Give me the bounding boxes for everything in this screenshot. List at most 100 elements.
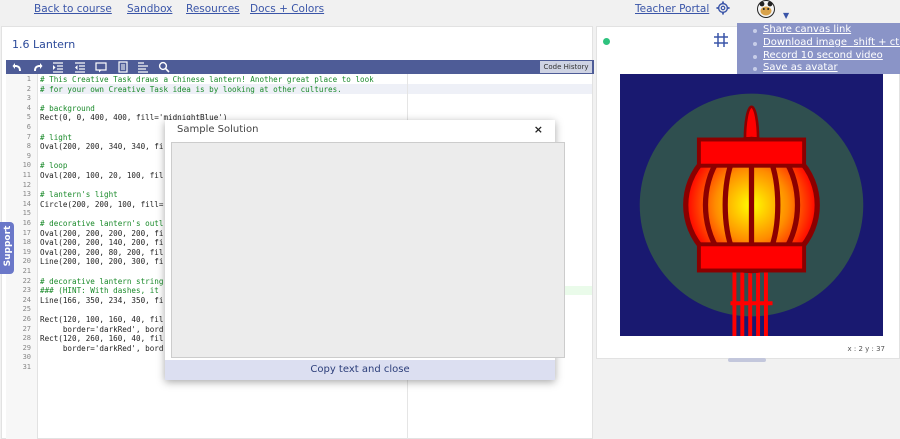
support-tab[interactable]: Support <box>0 222 14 274</box>
sample-solution-dialog: Sample Solution × Copy text and close <box>165 120 565 380</box>
code-line: Rect(120, 100, 160, 40, fil <box>40 315 164 324</box>
line-number: 1 <box>26 75 31 83</box>
redo-icon[interactable] <box>31 61 43 73</box>
avatar-dropdown-menu: Share canvas link Download image shift +… <box>737 23 900 74</box>
resize-handle[interactable] <box>728 358 766 362</box>
code-line: # decorative lantern's outl <box>40 219 164 228</box>
line-number: 20 <box>22 257 31 266</box>
save-as-avatar-link[interactable]: Save as avatar <box>763 62 838 73</box>
editor-toolbar: Code History <box>6 60 594 74</box>
line-number: 22 <box>22 276 31 285</box>
code-history-button[interactable]: Code History <box>540 61 592 73</box>
code-line: Circle(200, 200, 100, fill= <box>40 199 164 209</box>
line-number: 21 <box>22 267 31 275</box>
line-number: 13 <box>22 190 31 199</box>
lantern-canvas[interactable] <box>620 74 883 336</box>
share-canvas-link[interactable]: Share canvas link <box>763 24 851 35</box>
top-nav: Back to course Sandbox Resources Docs + … <box>0 0 900 20</box>
line-number: 9 <box>26 151 31 160</box>
status-indicator <box>603 38 610 45</box>
app-root: Back to course Sandbox Resources Docs + … <box>0 0 900 439</box>
line-number: 5 <box>26 113 31 122</box>
close-icon[interactable]: × <box>534 123 543 136</box>
back-to-course-link[interactable]: Back to course <box>34 3 112 15</box>
line-number: 23 <box>22 286 31 295</box>
document-icon[interactable] <box>117 61 129 73</box>
task-title: 1.6 Lantern <box>12 38 76 51</box>
bullet-icon <box>753 67 757 71</box>
gear-icon[interactable] <box>716 1 730 15</box>
lantern-bottom-band <box>696 242 807 273</box>
line-number: 8 <box>26 142 31 151</box>
code-line: border='darkRed', bord <box>40 324 164 334</box>
line-number: 2 <box>26 84 31 93</box>
bullet-icon <box>753 29 757 33</box>
line-number: 30 <box>22 353 31 362</box>
line-number: 14 <box>22 199 31 208</box>
format-icon[interactable] <box>137 61 149 73</box>
bullet-icon <box>753 42 757 46</box>
dialog-title: Sample Solution <box>177 124 259 135</box>
sandbox-link[interactable]: Sandbox <box>127 3 172 15</box>
undo-icon[interactable] <box>12 61 24 73</box>
code-line: border='darkRed', bord <box>40 343 164 353</box>
record-video-link[interactable]: Record 10 second video <box>763 50 883 61</box>
mouse-coordinates: x : 2 y : 37 <box>847 345 886 353</box>
line-number: 3 <box>26 94 31 103</box>
code-line: # for your own Creative Task idea is by … <box>40 84 342 94</box>
line-number: 17 <box>22 228 31 237</box>
line-number: 15 <box>22 209 31 218</box>
code-line: Oval(200, 100, 20, 100, fil <box>40 171 164 180</box>
code-line: Oval(200, 200, 200, 200, fi <box>40 228 164 238</box>
code-line: Line(200, 100, 200, 300, fi <box>40 257 164 267</box>
line-number: 28 <box>22 334 31 343</box>
support-label: Support <box>3 225 13 267</box>
download-shortcut: shift + ctrl + s <box>853 37 900 48</box>
teacher-portal-link[interactable]: Teacher Portal <box>635 3 709 15</box>
line-number: 10 <box>22 161 31 170</box>
line-number: 16 <box>22 219 31 227</box>
line-number: 24 <box>22 295 31 304</box>
code-line: Oval(200, 200, 340, 340, fi <box>40 142 164 152</box>
docs-colors-link[interactable]: Docs + Colors <box>250 3 324 15</box>
chevron-down-icon[interactable]: ▼ <box>783 11 789 20</box>
avatar[interactable] <box>757 0 775 18</box>
line-number: 27 <box>22 324 31 333</box>
code-line: # loop <box>40 161 68 171</box>
canvas-panel: x : 2 y : 37 <box>596 26 900 359</box>
line-number: 6 <box>26 123 31 131</box>
resources-link[interactable]: Resources <box>186 3 240 15</box>
line-number: 18 <box>22 238 31 247</box>
code-line: ### (HINT: With dashes, it <box>40 286 164 296</box>
code-line: # background <box>40 103 95 113</box>
line-number: 4 <box>26 103 31 112</box>
line-number: 19 <box>22 247 31 256</box>
line-number: 31 <box>22 363 31 371</box>
lantern-strings <box>730 270 773 336</box>
code-line: Rect(120, 260, 160, 40, fil <box>40 334 164 344</box>
indent-icon[interactable] <box>52 61 64 73</box>
bullet-icon <box>753 55 757 59</box>
code-line: Oval(200, 200, 140, 200, fi <box>40 238 164 248</box>
code-line: # lantern's light <box>40 190 118 200</box>
line-number: 26 <box>22 315 31 323</box>
code-line: # decorative lantern string <box>40 276 164 286</box>
search-icon[interactable] <box>158 61 170 73</box>
copy-text-and-close-button[interactable]: Copy text and close <box>165 360 555 380</box>
comment-icon[interactable] <box>95 61 107 73</box>
grid-icon[interactable] <box>713 32 729 48</box>
dedent-icon[interactable] <box>74 61 86 73</box>
line-number: 7 <box>26 132 31 141</box>
code-line: # This Creative Task draws a Chinese lan… <box>40 75 374 84</box>
code-line: # light <box>40 132 73 142</box>
download-image-link[interactable]: Download image shift + ctrl + s <box>763 37 900 48</box>
solution-text-area[interactable] <box>171 142 565 358</box>
line-number: 11 <box>22 171 31 179</box>
line-number: 12 <box>22 180 31 189</box>
download-image-label: Download image <box>763 37 848 48</box>
code-line: Line(166, 350, 234, 350, fi <box>40 295 164 305</box>
line-number: 29 <box>22 343 31 352</box>
lantern-top-band <box>696 137 807 168</box>
line-number: 25 <box>22 305 31 314</box>
code-line: Oval(200, 200, 80, 200, fil <box>40 247 164 257</box>
